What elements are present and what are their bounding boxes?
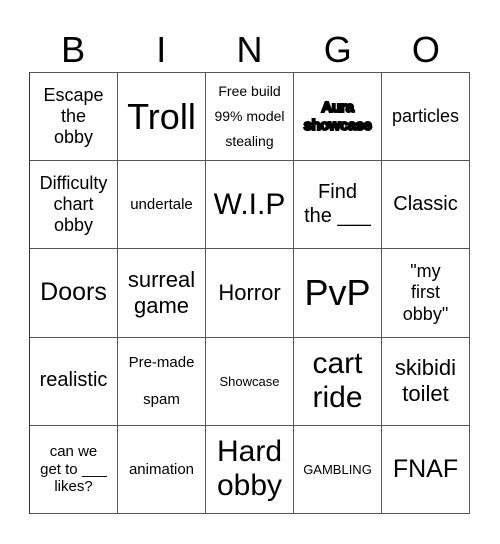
- cell-text: Pre-made spam: [128, 353, 195, 409]
- cell-text: Horror: [218, 280, 281, 306]
- header-letter-n: N: [236, 29, 263, 70]
- bingo-grid: Escape the obby Troll Free build 99% mod…: [29, 72, 470, 514]
- bingo-cell[interactable]: Pre-made spam: [118, 337, 206, 426]
- bingo-cell[interactable]: Classic: [382, 161, 470, 250]
- bingo-cell[interactable]: Doors: [30, 249, 118, 338]
- cell-text: particles: [391, 105, 460, 126]
- bingo-header: B I N G O: [29, 28, 470, 72]
- bingo-cell[interactable]: skibidi toilet: [382, 337, 470, 426]
- header-letter-g: G: [323, 29, 352, 70]
- cell-text: Find the ___: [304, 181, 371, 227]
- cell-text: Escape the obby: [43, 84, 104, 148]
- cell-text: Hard obby: [216, 434, 283, 503]
- bingo-cell[interactable]: W.I.P: [206, 161, 294, 250]
- bingo-cell[interactable]: can we get to ___ likes?: [30, 425, 118, 514]
- cell-text: cart ride: [312, 346, 363, 415]
- bingo-cell[interactable]: Troll: [118, 73, 206, 162]
- bingo-cell[interactable]: Free build 99% model stealing: [206, 73, 294, 162]
- bingo-cell[interactable]: Aura showcase: [294, 73, 382, 162]
- cell-text: Aura showcase: [303, 98, 373, 134]
- bingo-cell[interactable]: realistic: [30, 337, 118, 426]
- cell-text: Troll: [127, 95, 196, 137]
- bingo-cell[interactable]: Horror: [206, 249, 294, 338]
- bingo-cell[interactable]: cart ride: [294, 337, 382, 426]
- bingo-cell[interactable]: Showcase: [206, 337, 294, 426]
- bingo-cell[interactable]: Hard obby: [206, 425, 294, 514]
- cell-text: Doors: [40, 278, 107, 307]
- cell-text: "my first obby": [402, 261, 449, 324]
- cell-text: surreal game: [127, 267, 196, 318]
- cell-text: FNAF: [392, 454, 459, 483]
- bingo-cell[interactable]: "my first obby": [382, 249, 470, 338]
- cell-text: animation: [128, 460, 195, 478]
- cell-text: PvP: [304, 272, 371, 314]
- cell-text: Difficulty chart obby: [39, 172, 108, 236]
- cell-text: W.I.P: [213, 188, 286, 222]
- bingo-cell[interactable]: undertale: [118, 161, 206, 250]
- bingo-cell[interactable]: PvP: [294, 249, 382, 338]
- bingo-cell[interactable]: Find the ___: [294, 161, 382, 250]
- bingo-cell[interactable]: Escape the obby: [30, 73, 118, 162]
- cell-text: Free build 99% model stealing: [214, 82, 285, 150]
- bingo-cell[interactable]: particles: [382, 73, 470, 162]
- cell-text: Classic: [393, 192, 458, 215]
- bingo-cell[interactable]: surreal game: [118, 249, 206, 338]
- cell-text: realistic: [39, 369, 108, 392]
- bingo-cell[interactable]: GAMBLING: [294, 425, 382, 514]
- cell-text: skibidi toilet: [394, 355, 457, 407]
- header-letter-b: B: [61, 29, 86, 70]
- bingo-cell[interactable]: animation: [118, 425, 206, 514]
- header-letter-o: O: [411, 29, 440, 70]
- cell-text: GAMBLING: [303, 461, 372, 477]
- cell-text: undertale: [130, 195, 193, 213]
- bingo-cell[interactable]: FNAF: [382, 425, 470, 514]
- bingo-cell[interactable]: Difficulty chart obby: [30, 161, 118, 250]
- cell-text: can we get to ___ likes?: [40, 442, 107, 496]
- header-letter-i: I: [156, 29, 167, 70]
- cell-text: Showcase: [219, 373, 280, 389]
